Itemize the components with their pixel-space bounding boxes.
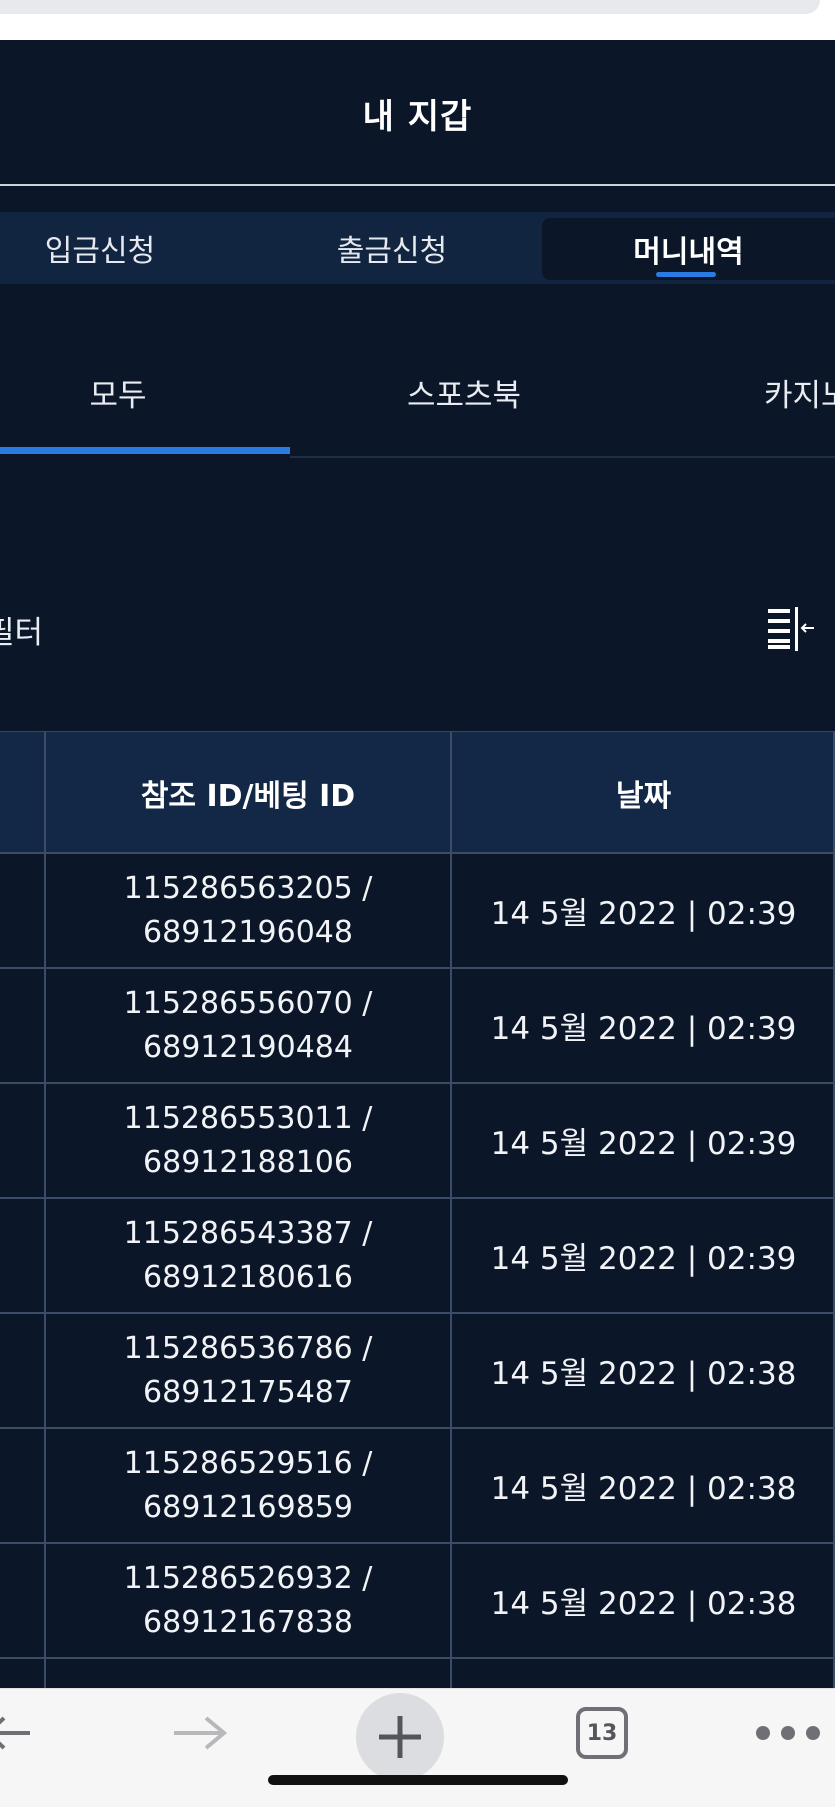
header-divider [0,184,835,186]
forward-button[interactable] [170,1703,230,1763]
back-arrow-icon [0,1716,30,1750]
row-expand-icon[interactable]: › [0,1013,1,1038]
reference-id: 115286526932 / [123,1560,373,1596]
tab-count-icon: 13 [576,1707,628,1759]
date-cell: 14 5월 2022 | 02:39 [490,1241,797,1277]
more-dots-icon [756,1726,820,1740]
subtab-sportsbook[interactable]: 스포츠북 [340,330,588,454]
filter-row: 필터 [0,595,835,665]
column-header-date: 날짜 [615,778,672,814]
tab-withdraw[interactable]: 출금신청 [270,212,514,284]
active-tab-underline [656,272,716,277]
reference-id: 115286556070 / [123,985,373,1021]
ref-id-cell: 115286556070 / 68912190484 [45,969,451,1082]
browser-address-bar-edge [0,0,820,14]
reference-id: 115286529516 / [123,1445,373,1481]
subtab-all[interactable]: 모두 [0,330,236,454]
tab-deposit[interactable]: 입금신청 [0,212,200,284]
row-expand-icon[interactable]: › [0,1128,1,1153]
table-row[interactable]: › 115286543387 / 68912180616 14 5월 2022 | 0… [0,1199,835,1314]
ref-id-cell: 115286526932 / 68912167838 [45,1544,451,1657]
ref-id-cell: 115286563205 / 68912196048 [45,854,451,967]
row-expand-icon[interactable]: › [0,1358,1,1383]
column-divider [44,731,46,1688]
bet-id: 68912180616 [143,1259,353,1295]
date-cell: 14 5월 2022 | 02:38 [490,1586,797,1622]
ref-id-cell: 115286529516 / 68912169859 [45,1429,451,1542]
row-expand-icon[interactable]: › [0,1588,1,1613]
row-expand-icon[interactable]: › [0,898,1,923]
date-cell: 14 5월 2022 | 02:39 [490,896,797,932]
ref-id-cell: 115286543387 / 68912180616 [45,1199,451,1312]
table-row[interactable]: › 115286553011 / 68912188106 14 5월 2022 | 0… [0,1084,835,1199]
tab-money-history[interactable]: 머니내역 [542,218,835,280]
reference-id: 115286553011 / [123,1100,373,1136]
bet-id: 68912196048 [143,914,353,950]
table-row[interactable]: › 115286529516 / 68912169859 14 5월 2022 | 0… [0,1429,835,1544]
more-menu-button[interactable] [748,1703,828,1763]
bet-id: 68912169859 [143,1489,353,1525]
browser-top-bar [0,0,835,40]
reference-id: 115286543387 / [123,1215,373,1251]
row-expand-icon[interactable]: › [0,1473,1,1498]
ref-id-cell: 115286536786 / 68912175487 [45,1314,451,1427]
table-row[interactable]: › 115286536786 / 68912175487 14 5월 2022 | 0… [0,1314,835,1429]
new-tab-button[interactable] [356,1693,444,1781]
table-row[interactable]: › 115286526932 / 68912167838 14 5월 2022 | 0… [0,1544,835,1659]
filter-label[interactable]: 필터 [0,607,43,652]
date-cell: 14 5월 2022 | 02:38 [490,1356,797,1392]
bet-id: 68912188106 [143,1144,353,1180]
column-divider [450,731,452,1688]
filter-collapse-icon[interactable] [766,605,816,651]
table-header: 참조 ID/베팅 ID 날짜 [0,731,835,854]
column-header-ref-id: 참조 ID/베팅 ID [140,778,356,814]
wallet-tabs: 입금신청 출금신청 머니내역 [0,212,835,284]
subtab-divider [290,456,835,458]
tab-money-history-label: 머니내역 [633,235,744,270]
reference-id: 115286563205 / [123,870,373,906]
plus-icon [379,1716,421,1758]
active-subtab-indicator [0,447,290,454]
history-category-tabs: 모두 스포츠북 카지노 [0,330,835,458]
tab-switcher-button[interactable]: 13 [572,1703,632,1763]
bet-id: 68912167838 [143,1604,353,1640]
forward-arrow-icon [174,1716,228,1750]
date-cell: 14 5월 2022 | 02:39 [490,1011,797,1047]
browser-toolbar: 13 [0,1688,835,1807]
reference-id: 115286536786 / [123,1330,373,1366]
bet-id: 68912175487 [143,1374,353,1410]
subtab-casino[interactable]: 카지노 [740,330,835,454]
date-cell: 14 5월 2022 | 02:39 [490,1126,797,1162]
table-row[interactable]: › 115286563205 / 68912196048 14 5월 2022 | 0… [0,854,835,969]
date-cell: 14 5월 2022 | 02:38 [490,1471,797,1507]
page-title: 내 지갑 [362,96,473,137]
page-header: 내 지갑 [0,40,835,186]
table-row[interactable]: › 115286556070 / 68912190484 14 5월 2022 | 0… [0,969,835,1084]
bet-id: 68912190484 [143,1029,353,1065]
row-expand-icon[interactable]: › [0,1243,1,1268]
home-indicator [268,1775,568,1785]
back-button[interactable] [0,1703,40,1763]
wallet-screen: 내 지갑 입금신청 출금신청 머니내역 모두 스포츠북 카지노 필터 참조 I [0,40,835,1688]
ref-id-cell: 115286553011 / 68912188106 [45,1084,451,1197]
